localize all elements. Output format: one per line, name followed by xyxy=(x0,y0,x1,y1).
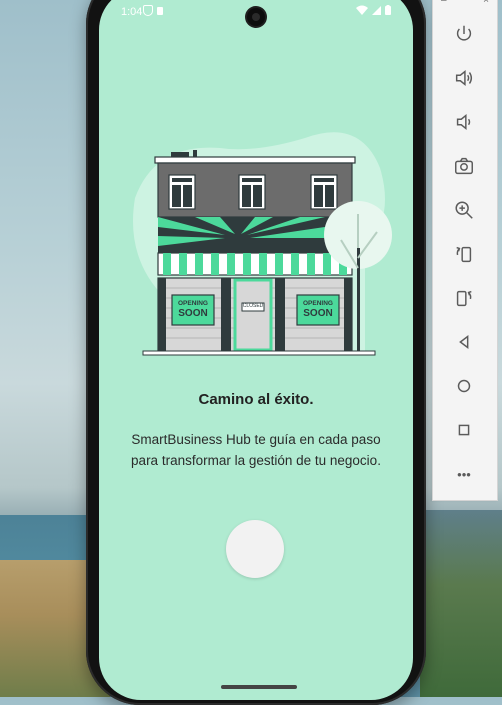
onboarding-title: Camino al éxito. xyxy=(198,391,314,408)
sim-icon xyxy=(157,6,163,15)
signal-icon xyxy=(372,5,381,15)
back-icon xyxy=(459,335,469,349)
rotate-left-button[interactable] xyxy=(447,237,481,271)
rotate-left-icon xyxy=(456,246,472,263)
onboarding-description: SmartBusiness Hub te guía en cada paso p… xyxy=(131,432,381,468)
power-icon xyxy=(456,25,472,41)
close-icon[interactable]: × xyxy=(483,0,489,9)
zoom-in-icon xyxy=(455,201,473,219)
status-left-icons xyxy=(143,5,163,16)
status-time: 1:04 xyxy=(121,6,143,18)
storefront-illustration xyxy=(133,132,392,356)
overview-icon xyxy=(458,424,470,436)
background-shore-right xyxy=(420,510,502,697)
power-button[interactable] xyxy=(447,17,481,51)
home-icon xyxy=(457,379,471,393)
emulator-side-panel: – × ••• xyxy=(432,0,498,501)
battery-icon xyxy=(385,5,391,15)
camera-icon xyxy=(455,157,473,175)
phone-screen: 1:04 OPENING SOON OPENING SOON CLOSED Ca… xyxy=(99,0,413,700)
door-sign: CLOSED xyxy=(242,303,264,309)
shield-icon xyxy=(143,5,153,16)
wifi-icon xyxy=(356,5,368,15)
sign-left: OPENING SOON xyxy=(172,299,214,319)
front-camera xyxy=(247,8,265,26)
volume-down-button[interactable] xyxy=(447,105,481,139)
next-button[interactable] xyxy=(226,520,284,578)
status-right-icons xyxy=(356,5,391,15)
panel-window-controls: – × xyxy=(433,0,497,9)
more-icon: ••• xyxy=(457,466,471,482)
zoom-button[interactable] xyxy=(447,193,481,227)
volume-down-icon xyxy=(456,114,471,130)
rotate-right-icon xyxy=(456,290,472,307)
screenshot-button[interactable] xyxy=(447,149,481,183)
home-button[interactable] xyxy=(447,369,481,403)
sign-right-line2: SOON xyxy=(303,308,333,319)
more-button[interactable]: ••• xyxy=(447,457,481,491)
sign-right: OPENING SOON xyxy=(297,299,339,319)
minimize-icon[interactable]: – xyxy=(441,0,447,9)
back-button[interactable] xyxy=(447,325,481,359)
overview-button[interactable] xyxy=(447,413,481,447)
gesture-home-bar[interactable] xyxy=(221,685,297,689)
rotate-right-button[interactable] xyxy=(447,281,481,315)
volume-up-icon xyxy=(455,70,473,86)
sign-left-line2: SOON xyxy=(178,308,208,319)
volume-up-button[interactable] xyxy=(447,61,481,95)
